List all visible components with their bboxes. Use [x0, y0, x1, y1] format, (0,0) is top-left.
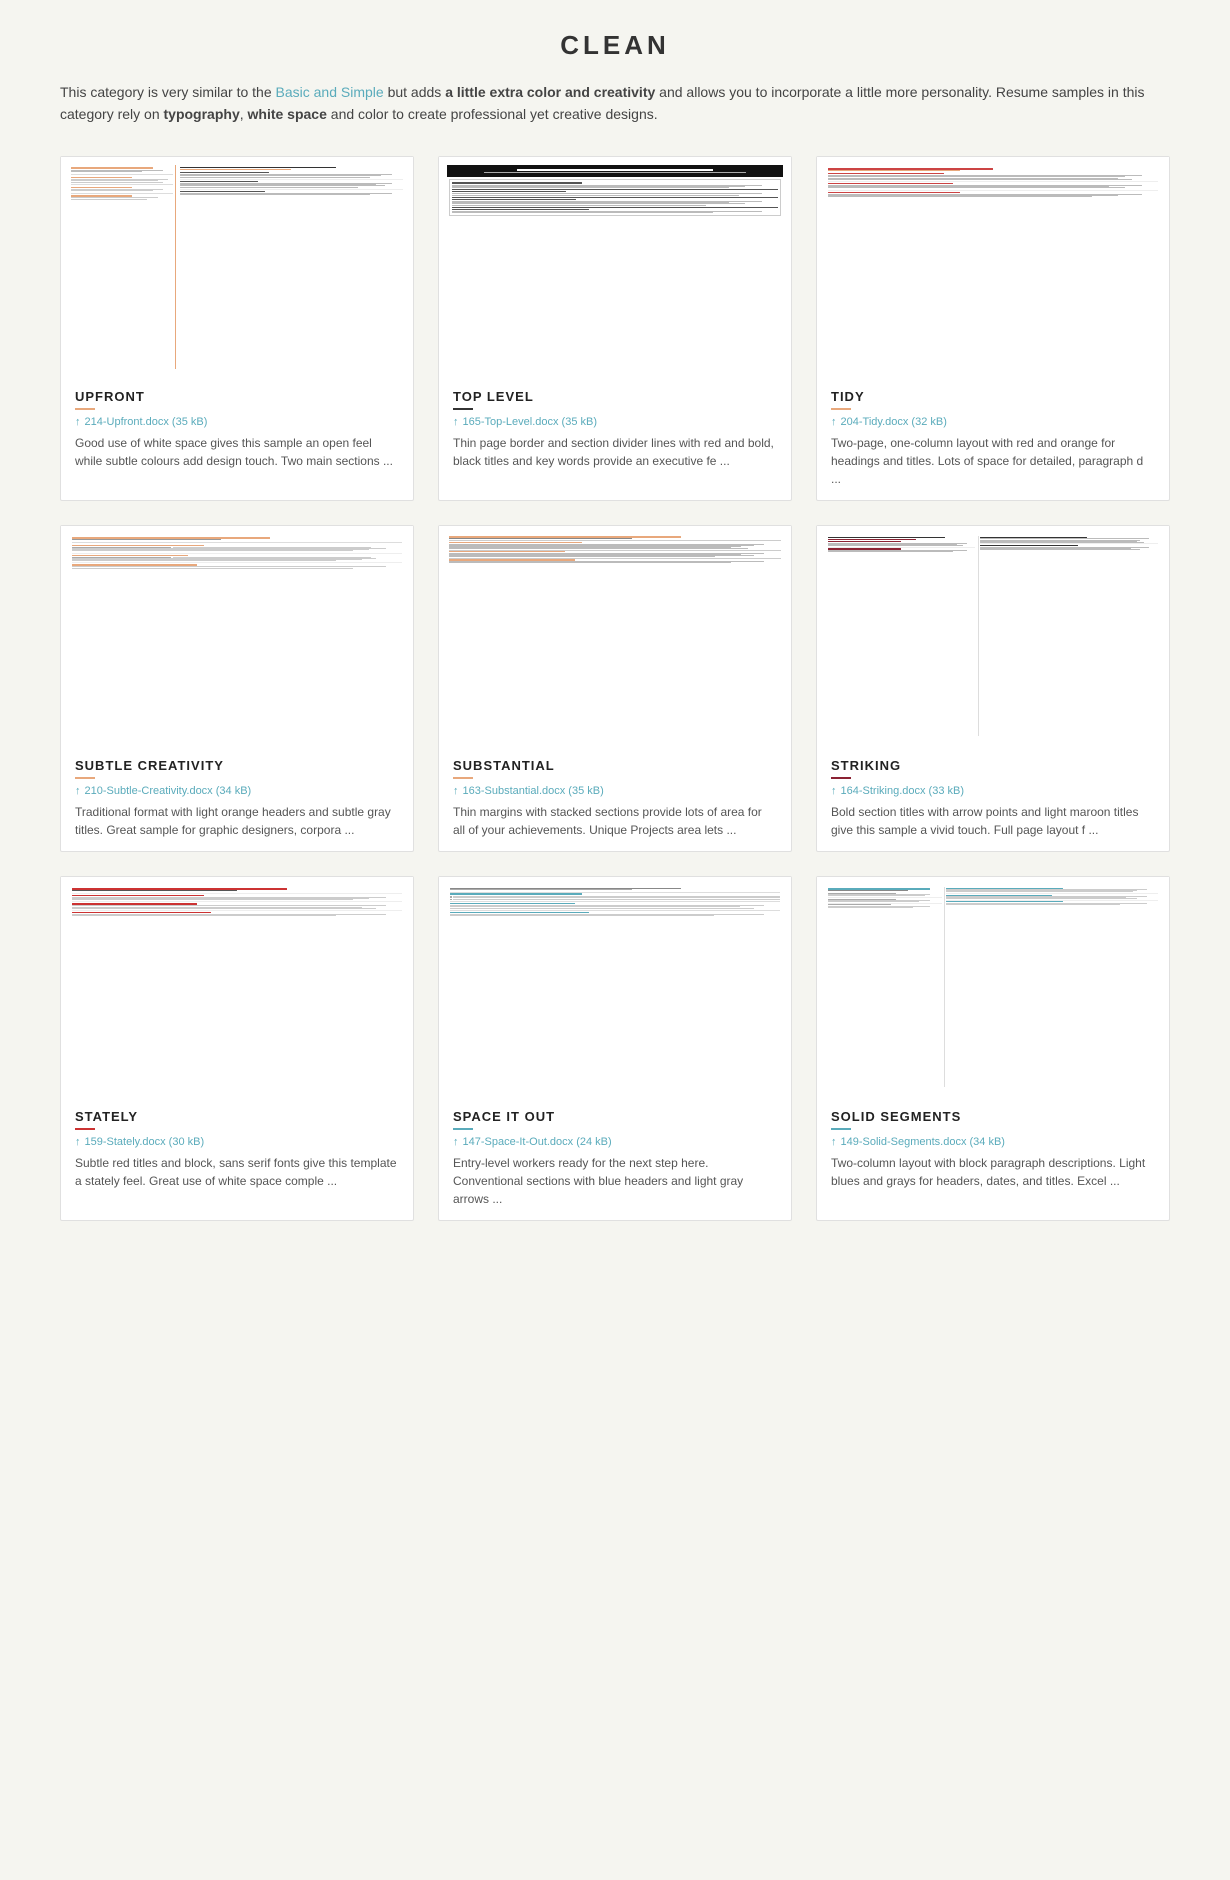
subtle-divider: [75, 777, 95, 779]
card-toplevel-preview[interactable]: 413 downloads: [439, 157, 791, 377]
card-spaceitout-info: SPACE IT OUT ↑ 147-Space-It-Out.docx (24…: [439, 1097, 791, 1220]
subtle-desc: Traditional format with light orange hea…: [75, 803, 399, 839]
solidsegments-desc: Two-column layout with block paragraph d…: [831, 1154, 1155, 1190]
striking-desc: Bold section titles with arrow points an…: [831, 803, 1155, 839]
file-icon: ↑: [831, 1136, 837, 1148]
upfront-divider: [75, 408, 95, 410]
card-tidy: 268 downloads: [816, 156, 1170, 501]
card-upfront: 1,069 downloads: [60, 156, 414, 501]
striking-divider: [831, 777, 851, 779]
card-spaceitout-preview[interactable]: 219 downloads: [439, 877, 791, 1097]
file-icon: ↑: [453, 1136, 459, 1148]
basic-simple-link[interactable]: Basic and Simple: [276, 84, 384, 100]
solidsegments-divider: [831, 1128, 851, 1130]
substantial-desc: Thin margins with stacked sections provi…: [453, 803, 777, 839]
substantial-title: SUBSTANTIAL: [453, 758, 777, 773]
card-solidsegments: 125 downloads: [816, 876, 1170, 1221]
card-tidy-info: TIDY ↑ 204-Tidy.docx (32 kB) Two-page, o…: [817, 377, 1169, 500]
card-toplevel: 413 downloads: [438, 156, 792, 501]
file-icon: ↑: [75, 416, 81, 428]
intro-text-before: This category is very similar to the: [60, 84, 276, 100]
card-subtle-info: SUBTLE CREATIVITY ↑ 210-Subtle-Creativit…: [61, 746, 413, 851]
toplevel-desc: Thin page border and section divider lin…: [453, 434, 777, 470]
card-subtle: 302 downloads: [60, 525, 414, 852]
card-striking-preview[interactable]: 206 downloads: [817, 526, 1169, 746]
card-toplevel-info: TOP LEVEL ↑ 165-Top-Level.docx (35 kB) T…: [439, 377, 791, 482]
card-striking: 206 downloads: [816, 525, 1170, 852]
tidy-file[interactable]: ↑ 204-Tidy.docx (32 kB): [831, 416, 1155, 428]
substantial-divider: [453, 777, 473, 779]
page-container: CLEAN This category is very similar to t…: [0, 0, 1230, 1251]
card-tidy-preview[interactable]: 268 downloads: [817, 157, 1169, 377]
page-title: CLEAN: [60, 30, 1170, 61]
upfront-title: UPFRONT: [75, 389, 399, 404]
spaceitout-title: SPACE IT OUT: [453, 1109, 777, 1124]
stately-file[interactable]: ↑ 159-Stately.docx (30 kB): [75, 1136, 399, 1148]
card-stately-preview[interactable]: 370 downloads: [61, 877, 413, 1097]
tidy-title: TIDY: [831, 389, 1155, 404]
toplevel-title: TOP LEVEL: [453, 389, 777, 404]
file-icon: ↑: [453, 785, 459, 797]
toplevel-file[interactable]: ↑ 165-Top-Level.docx (35 kB): [453, 416, 777, 428]
intro-paragraph: This category is very similar to the Bas…: [60, 81, 1170, 126]
file-icon: ↑: [453, 416, 459, 428]
card-upfront-preview[interactable]: 1,069 downloads: [61, 157, 413, 377]
file-icon: ↑: [831, 416, 837, 428]
tidy-desc: Two-page, one-column layout with red and…: [831, 434, 1155, 488]
upfront-file[interactable]: ↑ 214-Upfront.docx (35 kB): [75, 416, 399, 428]
substantial-file[interactable]: ↑ 163-Substantial.docx (35 kB): [453, 785, 777, 797]
stately-desc: Subtle red titles and block, sans serif …: [75, 1154, 399, 1190]
file-icon: ↑: [831, 785, 837, 797]
card-substantial-info: SUBSTANTIAL ↑ 163-Substantial.docx (35 k…: [439, 746, 791, 851]
card-stately-info: STATELY ↑ 159-Stately.docx (30 kB) Subtl…: [61, 1097, 413, 1202]
stately-title: STATELY: [75, 1109, 399, 1124]
card-striking-info: STRIKING ↑ 164-Striking.docx (33 kB) Bol…: [817, 746, 1169, 851]
solidsegments-title: SOLID SEGMENTS: [831, 1109, 1155, 1124]
file-icon: ↑: [75, 785, 81, 797]
spaceitout-desc: Entry-level workers ready for the next s…: [453, 1154, 777, 1208]
card-substantial-preview[interactable]: 534 downloads: [439, 526, 791, 746]
striking-title: STRIKING: [831, 758, 1155, 773]
toplevel-divider: [453, 408, 473, 410]
upfront-desc: Good use of white space gives this sampl…: [75, 434, 399, 470]
subtle-file[interactable]: ↑ 210-Subtle-Creativity.docx (34 kB): [75, 785, 399, 797]
file-icon: ↑: [75, 1136, 81, 1148]
subtle-title: SUBTLE CREATIVITY: [75, 758, 399, 773]
spaceitout-file[interactable]: ↑ 147-Space-It-Out.docx (24 kB): [453, 1136, 777, 1148]
solidsegments-file[interactable]: ↑ 149-Solid-Segments.docx (34 kB): [831, 1136, 1155, 1148]
card-stately: 370 downloads: [60, 876, 414, 1221]
tidy-divider: [831, 408, 851, 410]
card-upfront-info: UPFRONT ↑ 214-Upfront.docx (35 kB) Good …: [61, 377, 413, 482]
spaceitout-divider: [453, 1128, 473, 1130]
card-substantial: 534 downloads: [438, 525, 792, 852]
striking-file[interactable]: ↑ 164-Striking.docx (33 kB): [831, 785, 1155, 797]
card-spaceitout: 219 downloads: [438, 876, 792, 1221]
stately-divider: [75, 1128, 95, 1130]
card-solidsegments-info: SOLID SEGMENTS ↑ 149-Solid-Segments.docx…: [817, 1097, 1169, 1202]
card-subtle-preview[interactable]: 302 downloads: [61, 526, 413, 746]
cards-grid: 1,069 downloads: [60, 156, 1170, 1221]
card-solidsegments-preview[interactable]: 125 downloads: [817, 877, 1169, 1097]
